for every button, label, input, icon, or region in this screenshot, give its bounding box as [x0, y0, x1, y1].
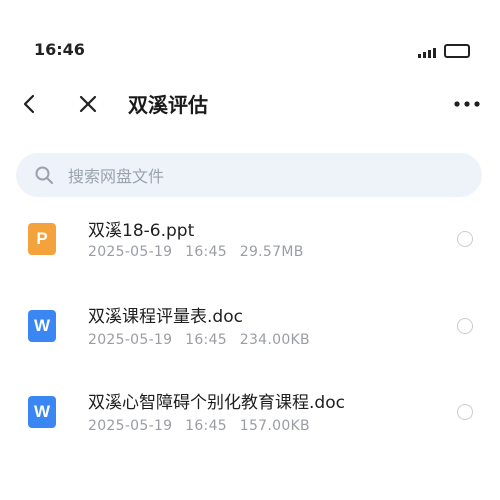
file-size: 29.57MB	[239, 244, 304, 260]
file-name: 双溪18-6.ppt	[88, 221, 195, 241]
close-icon[interactable]	[76, 92, 100, 116]
status-icons	[418, 44, 470, 58]
more-options-icon[interactable]	[452, 92, 482, 116]
page-title: 双溪评估	[128, 93, 208, 117]
file-time: 16:45	[185, 244, 227, 260]
file-name: 双溪心智障碍个别化教育课程.doc	[88, 393, 345, 413]
file-time: 16:45	[185, 332, 227, 348]
select-radio[interactable]	[457, 231, 473, 247]
file-item[interactable]: W 双溪课程评量表.doc 2025-05-19 16:45 234.00KB	[0, 296, 500, 366]
status-time: 16:46	[34, 40, 85, 59]
file-meta: 2025-05-19 16:45 157.00KB	[88, 418, 310, 434]
select-radio[interactable]	[457, 318, 473, 334]
battery-icon	[444, 44, 470, 58]
file-size: 157.00KB	[239, 418, 310, 434]
file-size: 234.00KB	[239, 332, 310, 348]
word-file-icon: W	[28, 310, 56, 342]
nav-bar: 双溪评估	[0, 82, 500, 128]
status-bar: 16:46	[0, 0, 500, 62]
file-time: 16:45	[185, 418, 227, 434]
search-icon	[34, 165, 54, 185]
file-meta: 2025-05-19 16:45 234.00KB	[88, 332, 310, 348]
file-date: 2025-05-19	[88, 332, 173, 348]
file-item[interactable]: P 双溪18-6.ppt 2025-05-19 16:45 29.57MB	[0, 210, 500, 280]
file-name: 双溪课程评量表.doc	[88, 307, 243, 327]
ppt-file-icon: P	[28, 223, 56, 255]
word-file-icon: W	[28, 396, 56, 428]
search-bar[interactable]	[16, 153, 482, 199]
file-date: 2025-05-19	[88, 418, 173, 434]
file-meta: 2025-05-19 16:45 29.57MB	[88, 244, 304, 260]
file-date: 2025-05-19	[88, 244, 173, 260]
back-icon[interactable]	[18, 92, 42, 116]
select-radio[interactable]	[457, 404, 473, 420]
search-input[interactable]	[66, 153, 450, 199]
file-item[interactable]: W 双溪心智障碍个别化教育课程.doc 2025-05-19 16:45 157…	[0, 384, 500, 454]
signal-icon	[418, 48, 436, 58]
